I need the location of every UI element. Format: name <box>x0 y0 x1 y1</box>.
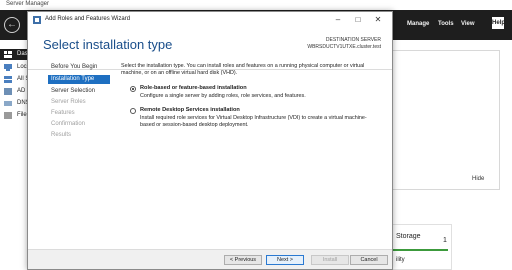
menu-view[interactable]: View <box>461 21 475 27</box>
install-button: Install <box>311 255 349 265</box>
close-icon[interactable]: ✕ <box>372 15 384 25</box>
option-description: Configure a single server by adding role… <box>140 93 306 99</box>
server-manager-title: Server Manager <box>6 1 50 7</box>
wizard-title: Add Roles and Features Wizard <box>45 16 131 22</box>
step-results: Results <box>51 131 113 140</box>
minimize-icon[interactable]: – <box>332 15 344 25</box>
previous-button[interactable]: < Previous <box>224 255 262 265</box>
option-title: Role-based or feature-based installation <box>140 85 247 91</box>
step-before-you-begin[interactable]: Before You Begin <box>51 63 113 72</box>
dns-icon <box>4 101 12 106</box>
step-label: Results <box>51 132 72 138</box>
storage-tile[interactable] <box>390 224 452 270</box>
directory-icon <box>4 88 12 95</box>
step-label: Before You Begin <box>51 64 98 70</box>
cancel-button[interactable]: Cancel <box>350 255 388 265</box>
step-label: Confirmation <box>51 121 86 127</box>
server-manager-titlebar: Server Manager <box>0 0 512 10</box>
server-icon <box>4 64 12 71</box>
intro-text: Select the installation type. You can in… <box>121 63 365 76</box>
storage-tile-count: 1 <box>443 237 447 244</box>
storage-tile-title: Storage <box>396 233 421 240</box>
servers-icon <box>4 76 12 83</box>
back-arrow-icon[interactable]: ← <box>4 17 20 33</box>
destination-server-name: WBRSDUCTV1UTXE.cluster.test <box>307 44 381 50</box>
option-description: Install required role services for Virtu… <box>140 115 367 128</box>
step-label: Server Selection <box>51 88 96 94</box>
welcome-panel <box>390 50 500 190</box>
step-server-roles: Server Roles <box>51 98 113 107</box>
step-confirmation: Confirmation <box>51 120 113 129</box>
step-server-selection[interactable]: Server Selection <box>51 87 113 96</box>
storage-tile-subtext: ility <box>396 257 405 263</box>
step-label: Server Roles <box>51 99 86 105</box>
menu-tools[interactable]: Tools <box>438 21 454 27</box>
step-installation-type[interactable]: Installation Type <box>48 75 110 84</box>
wizard-app-icon <box>33 16 41 24</box>
wizard-titlebar[interactable]: Add Roles and Features Wizard – □ ✕ <box>28 12 392 28</box>
dashboard-icon <box>4 51 12 58</box>
step-label: Installation Type <box>51 76 95 82</box>
maximize-icon[interactable]: □ <box>352 15 364 25</box>
page-title: Select installation type <box>43 37 173 52</box>
step-label: Features <box>51 110 75 116</box>
menu-help[interactable]: Help <box>492 17 506 29</box>
next-button[interactable]: Next > <box>266 255 304 265</box>
step-features: Features <box>51 109 113 118</box>
file-storage-icon <box>4 112 12 119</box>
storage-tile-status-bar <box>390 249 448 251</box>
option-title: Remote Desktop Services installation <box>140 107 240 113</box>
menu-manage[interactable]: Manage <box>407 21 429 27</box>
destination-server-label: DESTINATION SERVER <box>325 37 381 43</box>
radio-remote-desktop[interactable] <box>130 108 136 114</box>
hide-link[interactable]: Hide <box>472 176 484 182</box>
radio-role-based[interactable] <box>130 86 136 92</box>
menu-help-label: Help <box>492 20 506 26</box>
